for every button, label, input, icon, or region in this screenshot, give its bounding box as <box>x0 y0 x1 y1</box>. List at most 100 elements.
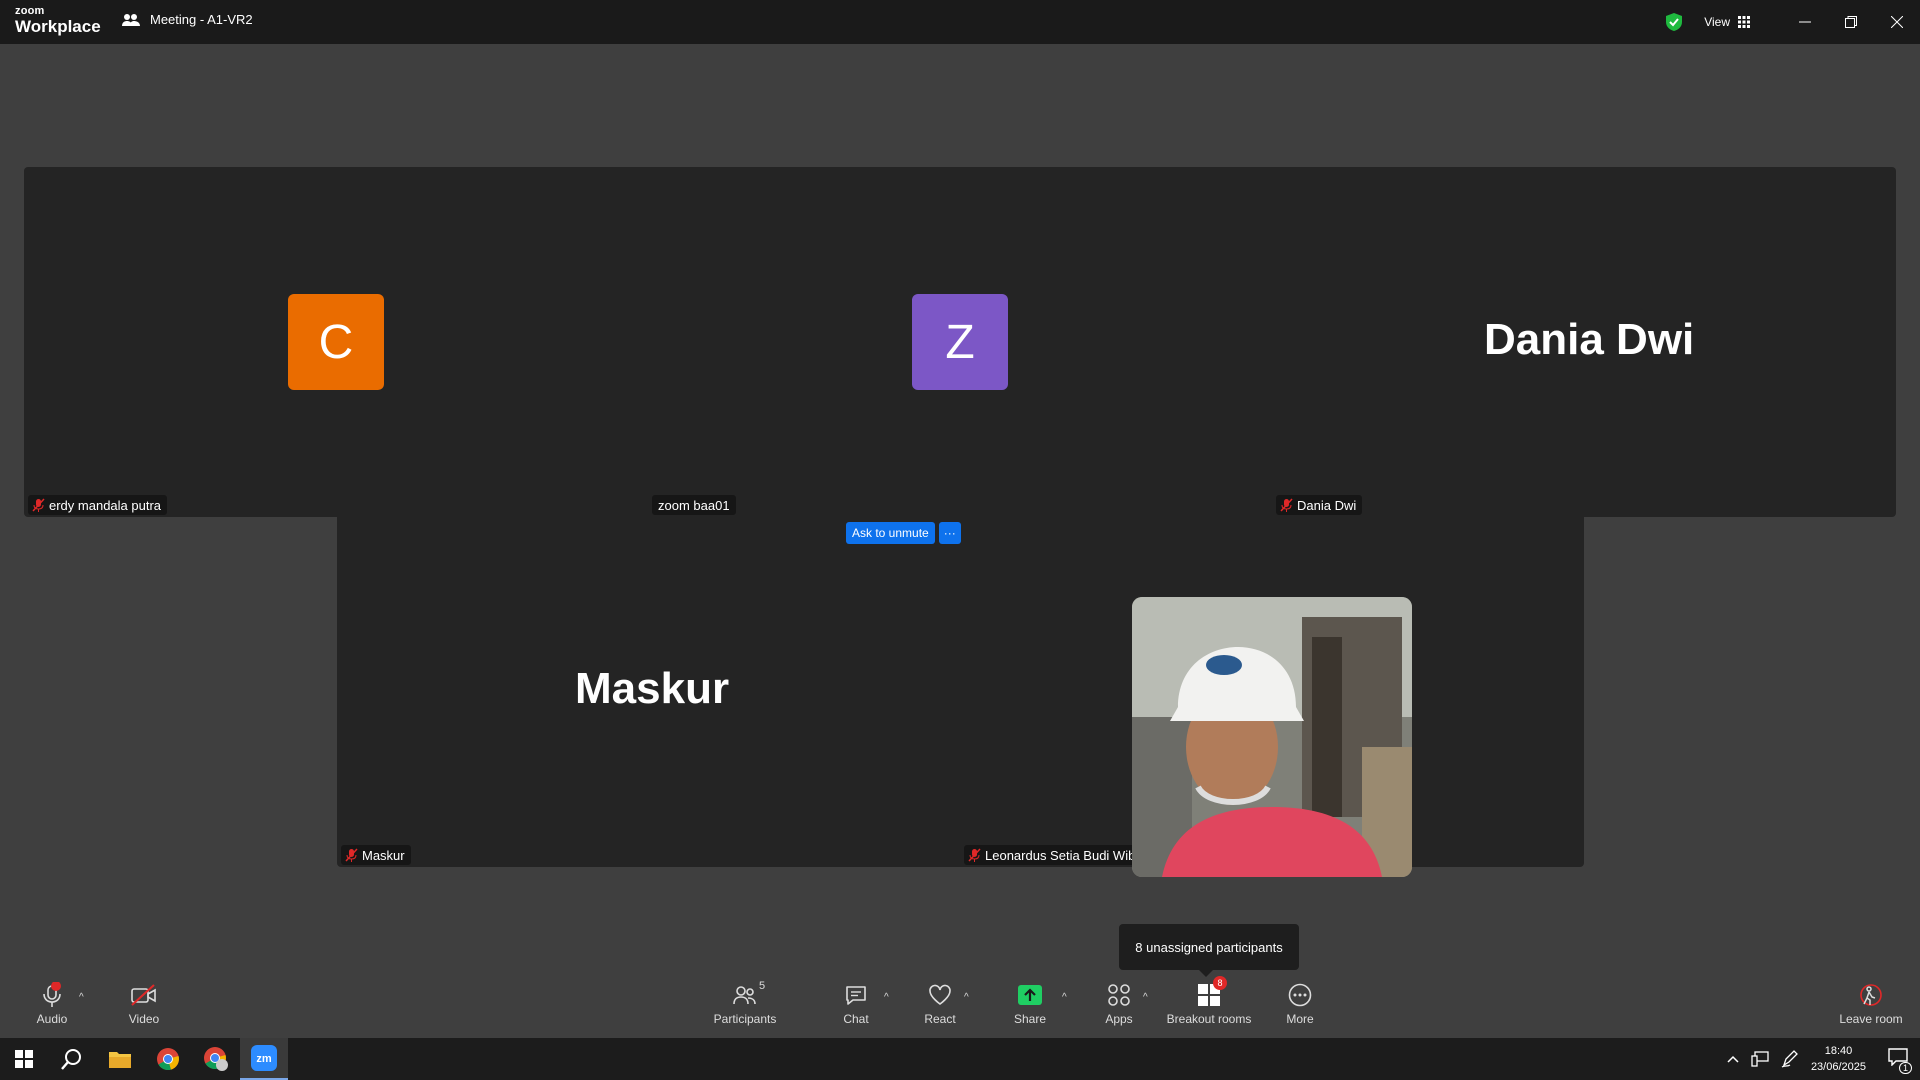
react-options-chevron-icon[interactable]: ^ <box>964 992 969 1003</box>
os-taskbar: zm 18:40 23/06/2025 1 <box>0 1038 1920 1080</box>
ask-to-unmute-button[interactable]: Ask to unmute <box>846 522 935 544</box>
participants-button[interactable]: 5 Participants <box>712 980 778 1038</box>
mic-muted-icon <box>1280 498 1293 512</box>
view-label: View <box>1704 15 1730 29</box>
network-icon[interactable] <box>1751 1051 1769 1067</box>
participant-video-frame <box>1132 597 1412 877</box>
share-icon-wrap <box>1017 980 1043 1010</box>
notification-count: 1 <box>1898 1061 1912 1074</box>
react-label: React <box>924 1012 956 1026</box>
system-tray: 18:40 23/06/2025 1 <box>1727 1038 1920 1080</box>
zoom-app-icon: zm <box>251 1045 277 1071</box>
participant-display-name: Dania Dwi <box>1484 315 1695 364</box>
participants-count: 5 <box>759 980 766 992</box>
participants-icon <box>733 986 756 1005</box>
more-label: More <box>1286 1012 1314 1026</box>
video-off-icon <box>131 984 156 1006</box>
clock-time: 18:40 <box>1824 1045 1853 1057</box>
leave-icon-wrap <box>1859 980 1883 1010</box>
search-icon <box>61 1049 81 1070</box>
chrome-icon <box>157 1048 179 1071</box>
breakout-label: Breakout rooms <box>1166 1012 1252 1026</box>
audio-options-chevron-icon[interactable]: ^ <box>79 992 84 1003</box>
apps-button[interactable]: Apps <box>1097 980 1141 1038</box>
encryption-shield-icon[interactable] <box>1664 12 1684 32</box>
meeting-title: Meeting - A1-VR2 <box>150 12 253 27</box>
leave-label: Leave room <box>1839 1012 1903 1026</box>
minimize-icon <box>1799 21 1811 23</box>
chrome-profile-button[interactable] <box>192 1038 240 1080</box>
search-button[interactable] <box>48 1038 96 1080</box>
title-bar: zoom Workplace Meeting - A1-VR2 View <box>0 0 1920 44</box>
participant-name-label: zoom baa01 <box>652 495 736 515</box>
participant-tile[interactable]: Z zoom baa01 <box>648 167 1272 517</box>
microphone-muted-icon <box>43 982 61 1007</box>
audio-icon-wrap <box>41 980 63 1010</box>
mic-muted-icon <box>968 848 981 862</box>
video-label: Video <box>128 1012 160 1026</box>
leave-room-button[interactable]: Leave room <box>1838 980 1904 1038</box>
audio-button[interactable]: Audio <box>30 980 74 1038</box>
participant-name: zoom baa01 <box>658 497 730 513</box>
participant-display-name: Maskur <box>575 664 730 713</box>
notification-center-button[interactable]: 1 <box>1888 1047 1912 1074</box>
taskbar-clock[interactable]: 18:40 23/06/2025 <box>1811 1043 1866 1075</box>
svg-text:zm: zm <box>256 1053 272 1065</box>
participant-tile[interactable]: Dania Dwi Dania Dwi <box>1272 167 1896 517</box>
audio-label: Audio <box>36 1012 68 1026</box>
react-button[interactable]: React <box>918 980 962 1038</box>
zoom-logo: zoom Workplace <box>15 6 101 36</box>
participant-more-button[interactable]: ··· <box>938 522 961 544</box>
folder-icon <box>109 1052 131 1068</box>
grid-view-icon <box>1738 16 1750 28</box>
logo-line2: Workplace <box>15 17 101 36</box>
participant-video <box>1132 597 1412 877</box>
windows-logo-icon <box>15 1050 33 1068</box>
tray-expand-chevron-icon[interactable] <box>1727 1055 1739 1063</box>
participants-label: Participants <box>713 1012 777 1026</box>
participant-name-label: erdy mandala putra <box>28 495 168 515</box>
video-icon-wrap <box>130 980 158 1010</box>
avatar: C <box>288 294 384 390</box>
chat-options-chevron-icon[interactable]: ^ <box>884 992 889 1003</box>
participants-group-icon <box>122 13 140 26</box>
mic-muted-icon <box>345 848 358 862</box>
minimize-button[interactable] <box>1782 0 1828 44</box>
apps-icon <box>1108 984 1130 1006</box>
chrome-button[interactable] <box>144 1038 192 1080</box>
participant-name: erdy mandala putra <box>49 497 162 513</box>
participant-name: Dania Dwi <box>1297 497 1357 513</box>
react-icon-wrap <box>928 980 952 1010</box>
chat-button[interactable]: Chat <box>834 980 878 1038</box>
participant-tile[interactable]: Maskur Maskur <box>337 517 960 867</box>
start-button[interactable] <box>0 1038 48 1080</box>
participant-tile[interactable]: C erdy mandala putra <box>24 167 648 517</box>
zoom-taskbar-button[interactable]: zm <box>240 1038 288 1080</box>
breakout-icon-wrap: 8 <box>1197 976 1227 1010</box>
share-label: Share <box>1013 1012 1047 1026</box>
view-button[interactable]: View <box>1704 15 1750 29</box>
file-explorer-button[interactable] <box>96 1038 144 1080</box>
apps-icon-wrap <box>1107 980 1131 1010</box>
share-options-chevron-icon[interactable]: ^ <box>1062 992 1067 1003</box>
more-button[interactable]: More <box>1278 980 1322 1038</box>
avatar: Z <box>912 294 1008 390</box>
pen-input-icon[interactable] <box>1781 1050 1799 1068</box>
participants-icon-wrap: 5 <box>733 980 765 1010</box>
meeting-toolbar: Audio ^ Video 5 Participants Chat ^ Reac… <box>0 976 1920 1038</box>
chat-label: Chat <box>843 1012 869 1026</box>
video-button[interactable]: Video <box>122 980 166 1038</box>
video-stage: C erdy mandala putra Z zoom baa01 Dania … <box>0 44 1920 980</box>
ask-to-unmute-group: Ask to unmute ··· <box>846 522 961 544</box>
restore-button[interactable] <box>1828 0 1874 44</box>
apps-options-chevron-icon[interactable]: ^ <box>1143 992 1148 1003</box>
participant-name-label: Dania Dwi <box>1276 495 1363 515</box>
breakout-rooms-button[interactable]: 8 Breakout rooms <box>1162 976 1256 1038</box>
breakout-tooltip: 8 unassigned participants <box>1119 924 1299 977</box>
chrome-profile-icon <box>204 1047 228 1071</box>
participant-name-label: Maskur <box>341 845 411 865</box>
close-button[interactable] <box>1874 0 1920 44</box>
meeting-info[interactable]: Meeting - A1-VR2 <box>122 12 253 27</box>
share-button[interactable]: Share <box>1008 980 1052 1038</box>
breakout-badge: 8 <box>1213 976 1227 990</box>
